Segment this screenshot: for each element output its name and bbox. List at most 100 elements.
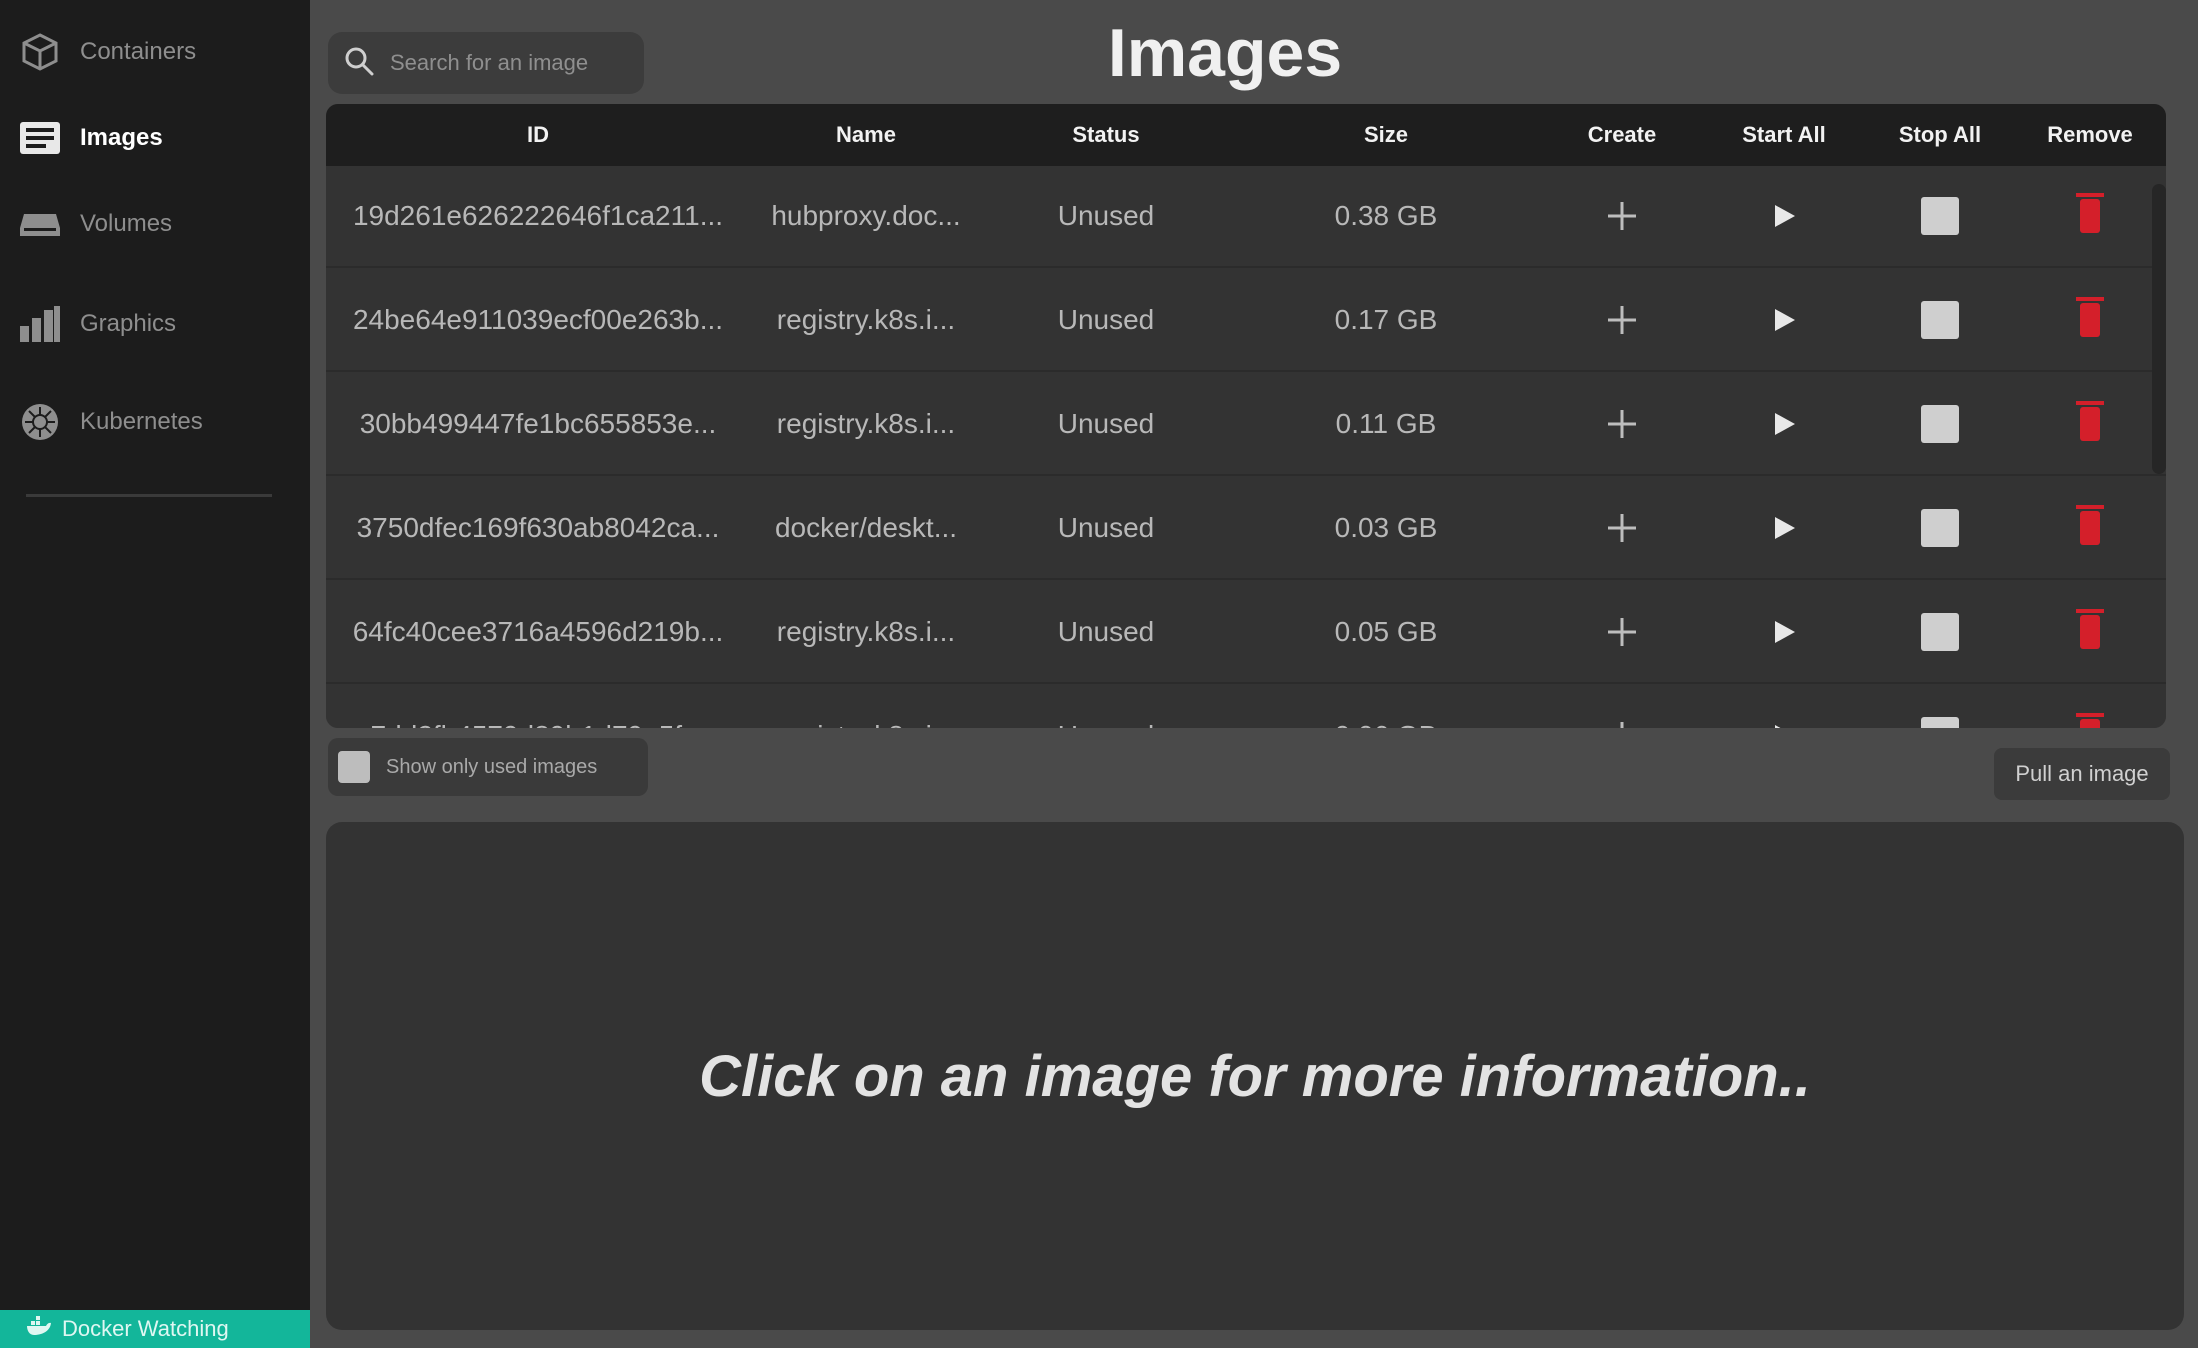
cell-remove (2014, 478, 2166, 578)
table-row[interactable]: 24be64e911039ecf00e263b... registry.k8s.i… (326, 270, 2166, 372)
cell-id: 64fc40cee3716a4596d219b... (352, 616, 724, 647)
trash-icon (2076, 505, 2104, 545)
cell-status: Unused (1057, 200, 1155, 231)
create-container-button[interactable] (1600, 402, 1644, 446)
plus-icon (1605, 719, 1639, 728)
play-icon (1769, 305, 1799, 335)
create-container-button[interactable] (1600, 610, 1644, 654)
cell-name: registry.k8s.i... (776, 408, 956, 439)
cube-icon (18, 30, 62, 74)
search-input[interactable] (388, 49, 628, 77)
stop-button[interactable] (1918, 194, 1962, 238)
sidebar-item-kubernetes[interactable]: Kubernetes (18, 392, 288, 452)
cell-stop (1866, 582, 2014, 682)
cell-start (1702, 582, 1866, 682)
trash-icon (2076, 401, 2104, 441)
cell-id: 7dd2fb4579d89b1d79a5f... (326, 686, 750, 728)
sidebar-item-volumes[interactable]: Volumes (18, 194, 288, 254)
stop-icon (1921, 717, 1959, 728)
remove-button[interactable] (2068, 505, 2112, 550)
cell-size: 0.06 GB (1230, 686, 1542, 728)
stop-icon (1921, 509, 1959, 547)
plus-icon (1605, 303, 1639, 337)
cell-create-container (1542, 686, 1702, 728)
cell-status: Unused (1057, 304, 1155, 335)
stop-button[interactable] (1918, 402, 1962, 446)
search-box[interactable] (328, 32, 644, 94)
table-row[interactable]: 3750dfec169f630ab8042ca... docker/deskt..… (326, 478, 2166, 580)
start-button[interactable] (1762, 610, 1806, 654)
plus-icon (1605, 615, 1639, 649)
cell-remove (2014, 166, 2166, 266)
stop-button[interactable] (1918, 714, 1962, 728)
table-row[interactable]: 7dd2fb4579d89b1d79a5f...registry.k8s.i..… (326, 686, 2166, 728)
cell-create-container (1542, 582, 1702, 682)
page-title: Images (1107, 15, 1343, 91)
start-button[interactable] (1762, 402, 1806, 446)
remove-button[interactable] (2068, 193, 2112, 238)
sidebar-item-images[interactable]: Images (18, 108, 288, 168)
search-icon (344, 46, 374, 81)
plus-icon (1605, 511, 1639, 545)
table-scrollbar[interactable] (2152, 184, 2166, 474)
column-header-start-all[interactable]: Start All (1702, 104, 1866, 166)
stop-icon (1921, 405, 1959, 443)
cell-size: 0.38 GB (1334, 200, 1438, 231)
trash-icon (2076, 193, 2104, 233)
image-layers-icon (18, 116, 62, 160)
start-button[interactable] (1762, 298, 1806, 342)
kubernetes-wheel-icon (18, 400, 62, 444)
cell-name: registry.k8s.i... (776, 304, 956, 335)
cell-start (1702, 166, 1866, 266)
sidebar-item-graphics[interactable]: Graphics (18, 294, 288, 354)
column-header-status[interactable]: Status (982, 104, 1230, 166)
cell-id: 19d261e626222646f1ca211... (352, 200, 724, 231)
cell-size: 0.11 GB (1335, 408, 1437, 439)
sidebar-item-containers[interactable]: Containers (18, 22, 288, 82)
column-header-id[interactable]: ID (326, 104, 750, 166)
remove-button[interactable] (2068, 609, 2112, 654)
stop-button[interactable] (1918, 610, 1962, 654)
table-row[interactable]: 19d261e626222646f1ca211... hubproxy.doc..… (326, 166, 2166, 268)
play-icon (1769, 513, 1799, 543)
play-icon (1769, 409, 1799, 439)
cell-status: Unused (1057, 408, 1155, 439)
column-header-size[interactable]: Size (1230, 104, 1542, 166)
cell-name: registry.k8s.i... (776, 616, 956, 647)
remove-button[interactable] (2068, 297, 2112, 342)
cell-stop (1866, 166, 2014, 266)
show-used-images-toggle[interactable]: Show only used images (328, 738, 648, 796)
table-row[interactable]: 30bb499447fe1bc655853e... registry.k8s.i.… (326, 374, 2166, 476)
cell-create-container (1542, 166, 1702, 266)
image-info-panel: Click on an image for more information.. (326, 822, 2184, 1330)
remove-button[interactable] (2068, 401, 2112, 446)
used-images-checkbox[interactable] (338, 751, 370, 783)
column-header-remove: Remove (2047, 122, 2133, 147)
remove-button[interactable] (2068, 713, 2112, 728)
pull-image-button[interactable]: Pull an image (1994, 748, 2170, 800)
create-container-button[interactable] (1600, 506, 1644, 550)
start-button[interactable] (1762, 194, 1806, 238)
cell-id: 3750dfec169f630ab8042ca... (356, 512, 720, 543)
cell-size: 0.03 GB (1334, 512, 1438, 543)
column-header-stop-all[interactable]: Stop All (1866, 104, 2014, 166)
cell-name: docker/deskt... (774, 512, 958, 543)
start-button[interactable] (1762, 506, 1806, 550)
stop-button[interactable] (1918, 298, 1962, 342)
trash-icon (2076, 609, 2104, 649)
cell-stop (1866, 270, 2014, 370)
start-button[interactable] (1762, 714, 1806, 728)
play-icon (1769, 201, 1799, 231)
create-container-button[interactable] (1600, 298, 1644, 342)
whale-icon (26, 1316, 52, 1342)
column-header-name[interactable]: Name (750, 104, 982, 166)
sidebar: Containers Images Volumes Graphics Kuber… (0, 0, 310, 1348)
trash-icon (2076, 297, 2104, 337)
create-container-button[interactable] (1600, 194, 1644, 238)
stop-button[interactable] (1918, 506, 1962, 550)
table-row[interactable]: 64fc40cee3716a4596d219b... registry.k8s.i… (326, 582, 2166, 684)
cell-remove (2014, 270, 2166, 370)
cell-remove (2014, 582, 2166, 682)
create-container-button[interactable] (1600, 714, 1644, 728)
trash-icon (2076, 713, 2104, 728)
